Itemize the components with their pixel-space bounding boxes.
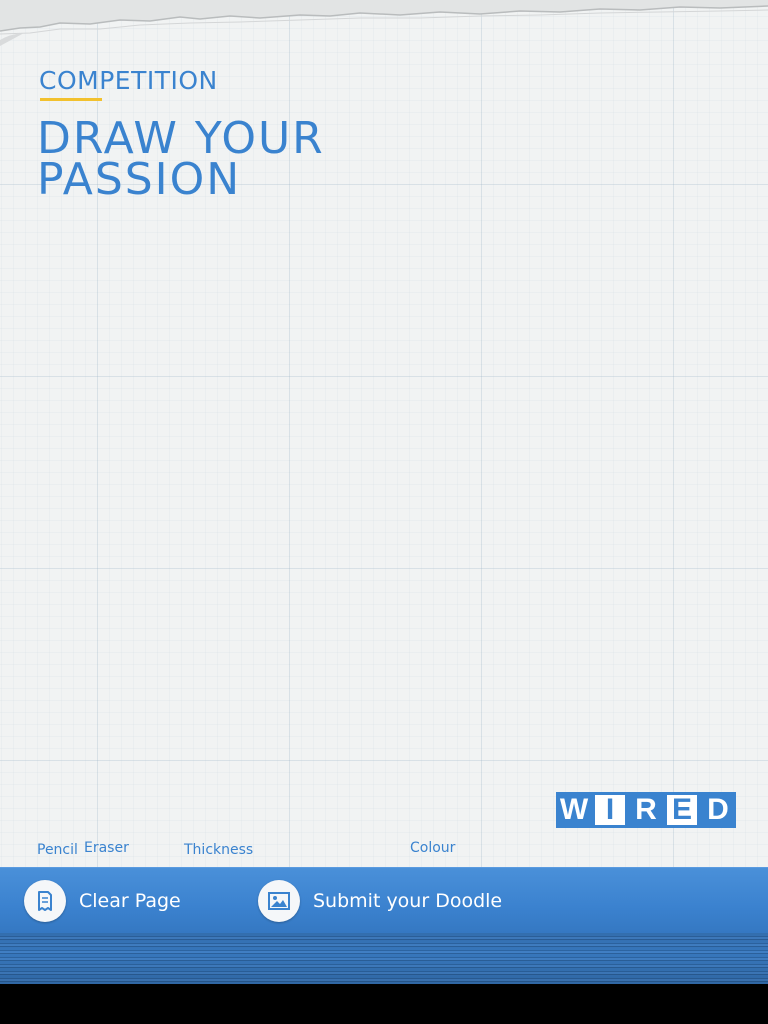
logo-letter-e: E [664,792,700,828]
logo-letter-d: D [700,792,736,828]
bottom-toolbar: Clear Page Submit your Doodle [0,867,768,933]
clear-page-label: Clear Page [79,890,181,912]
eraser-tool-button[interactable]: Eraser [84,839,129,857]
submit-doodle-label: Submit your Doodle [313,890,503,912]
thickness-control[interactable]: Thickness [184,841,253,859]
torn-paper-edge [0,0,768,46]
drawing-canvas[interactable]: COMPETITION DRAW YOUR PASSION W I R E D … [0,0,768,868]
doodle-app: COMPETITION DRAW YOUR PASSION W I R E D … [0,0,768,1024]
title-line-2: PASSION [37,154,242,205]
logo-letter-i: I [592,792,628,828]
colour-picker[interactable]: Colour [410,839,455,857]
clear-page-button[interactable]: Clear Page [24,878,181,924]
pencil-tool-button[interactable]: Pencil [37,841,78,859]
clear-page-icon [24,880,66,922]
page-title: DRAW YOUR PASSION [37,117,325,202]
logo-letter-r: R [628,792,664,828]
image-icon [258,880,300,922]
screen-bottom-margin [0,984,768,1024]
wired-logo: W I R E D [556,792,736,828]
page-stack-shadow [0,933,768,984]
submit-doodle-button[interactable]: Submit your Doodle [258,878,502,924]
logo-letter-w: W [556,792,592,828]
competition-label: COMPETITION [39,66,218,95]
competition-underline [40,98,102,101]
